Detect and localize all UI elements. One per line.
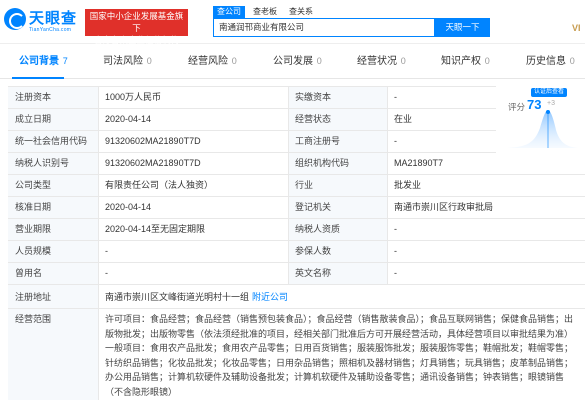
table-row-address: 注册地址 南通市崇川区文峰街道光明村十一组 附近公司 (8, 284, 585, 308)
tab-count: 0 (400, 56, 406, 66)
field-value: - (105, 268, 108, 278)
field-label: 统一社会信用代码 (8, 131, 98, 152)
field-value: 批发业 (394, 180, 422, 190)
field-value: - (394, 268, 397, 278)
field-value: 1000万人民币 (105, 92, 162, 102)
field-value: 2020-04-14至无固定期限 (105, 224, 206, 234)
tab-operating-risk[interactable]: 经营风险 0 (188, 44, 237, 79)
tab-count: 0 (231, 56, 237, 66)
tab-count: 0 (484, 56, 490, 66)
tab-history[interactable]: 历史信息 0 (526, 44, 575, 79)
table-row: 核准日期 2020-04-14 登记机关 南通市崇川区行政审批局 (8, 196, 585, 218)
search-tab-boss[interactable]: 查老板 (249, 6, 281, 18)
logo-subtitle: TianYanCha.com (29, 27, 72, 33)
vip-link[interactable]: VI (572, 23, 581, 33)
field-label: 成立日期 (8, 109, 98, 130)
tab-business-status[interactable]: 经营状况 0 (357, 44, 406, 79)
field-value: 91320602MA21890T7D (105, 158, 201, 168)
field-value: - (394, 246, 397, 256)
field-value: 2020-04-14 (105, 202, 152, 212)
field-value: - (394, 92, 397, 102)
field-label: 公司类型 (8, 175, 98, 196)
field-label: 工商注册号 (288, 131, 387, 152)
field-label: 核准日期 (8, 197, 98, 218)
field-label: 行业 (288, 175, 387, 196)
tab-label: 司法风险 (103, 56, 143, 67)
field-value: 南通市崇川区文峰街道光明村十一组 附近公司 (98, 285, 585, 308)
field-value: 在业 (394, 114, 413, 124)
field-value: 有限责任公司（法人独资） (105, 180, 214, 190)
search-tab-company[interactable]: 查公司 (213, 6, 245, 18)
field-value: 2020-04-14 (105, 114, 152, 124)
field-label: 经营状态 (288, 109, 387, 130)
field-value: 91320602MA21890T7D (105, 136, 201, 146)
search-input[interactable]: 南通润邗商业有限公司 (213, 18, 435, 37)
nearby-companies-link[interactable]: 附近公司 (252, 292, 288, 302)
field-label: 组织机构代码 (288, 153, 387, 174)
score-distribution-curve (506, 110, 578, 148)
tab-count: 0 (146, 56, 152, 66)
logo-title: 天眼查 (29, 10, 78, 27)
search-type-tabs: 查公司 查老板 查关系 (213, 6, 321, 18)
table-row-scope: 经营范围 许可项目：食品经营；食品经营（销售预包装食品）；食品经营（销售散装食品… (8, 308, 585, 400)
tab-label: 公司背景 (19, 56, 59, 67)
eye-logo-icon (4, 8, 26, 30)
field-value: - (394, 136, 397, 146)
address-text: 南通市崇川区文峰街道光明村十一组 (105, 292, 250, 302)
field-label: 登记机关 (288, 197, 387, 218)
tab-label: 知识产权 (441, 56, 481, 67)
table-row: 公司类型 有限责任公司（法人独资） 行业 批发业 (8, 174, 585, 196)
field-label: 纳税人资质 (288, 219, 387, 240)
column-divider (98, 86, 99, 400)
tab-count: 0 (569, 56, 575, 66)
top-header: 天眼查 TianYanCha.com 国家中小企业发展基金旗下 官方备案企业征信… (0, 0, 585, 45)
field-label: 人员规模 (8, 241, 98, 262)
field-label: 注册地址 (8, 285, 98, 308)
field-label: 经营范围 (8, 309, 98, 400)
business-scope-text: 许可项目：食品经营；食品经营（销售预包装食品）；食品经营（销售散装食品）；食品互… (105, 314, 574, 397)
tab-label: 公司发展 (273, 56, 313, 67)
search-button[interactable]: 天眼一下 (435, 18, 490, 37)
field-label: 纳税人识别号 (8, 153, 98, 174)
field-label: 英文名称 (288, 263, 387, 284)
tab-count: 7 (62, 56, 68, 66)
curve-area (506, 110, 578, 148)
field-label: 实缴资本 (288, 87, 387, 108)
field-label: 营业期限 (8, 219, 98, 240)
field-value: - (105, 246, 108, 256)
company-score-panel[interactable]: 认证后查看 评分 73 +3 (496, 86, 585, 170)
tab-label: 经营状况 (357, 56, 397, 67)
official-banner: 国家中小企业发展基金旗下 官方备案企业征信机构 (85, 9, 188, 45)
table-row: 营业期限 2020-04-14至无固定期限 纳税人资质 - (8, 218, 585, 240)
tab-company-background[interactable]: 公司背景 7 (19, 44, 68, 79)
field-label: 注册资本 (8, 87, 98, 108)
field-label: 曾用名 (8, 263, 98, 284)
table-row: 曾用名 - 英文名称 - (8, 262, 585, 284)
score-marker-dot (546, 110, 550, 114)
tab-company-development[interactable]: 公司发展 0 (273, 44, 322, 79)
active-tab-indicator (12, 77, 64, 79)
field-value: 南通市崇川区行政审批局 (394, 202, 494, 212)
column-divider (387, 86, 388, 284)
column-divider (288, 86, 289, 284)
field-value: - (394, 224, 397, 234)
tianyancha-logo[interactable]: 天眼查 TianYanCha.com (4, 6, 82, 38)
table-row: 人员规模 - 参保人数 - (8, 240, 585, 262)
section-tabs: 公司背景 7 司法风险 0 经营风险 0 公司发展 0 经营状况 0 知识产权 … (0, 44, 585, 79)
tab-label: 历史信息 (526, 56, 566, 67)
tab-count: 0 (316, 56, 322, 66)
verify-badge[interactable]: 认证后查看 (531, 88, 568, 97)
banner-line-1: 国家中小企业发展基金旗下 (89, 11, 184, 33)
tab-intellectual-property[interactable]: 知识产权 0 (441, 44, 490, 79)
field-label: 参保人数 (288, 241, 387, 262)
tab-label: 经营风险 (188, 56, 228, 67)
search-tab-relation[interactable]: 查关系 (285, 6, 317, 18)
tab-judicial-risk[interactable]: 司法风险 0 (103, 44, 152, 79)
